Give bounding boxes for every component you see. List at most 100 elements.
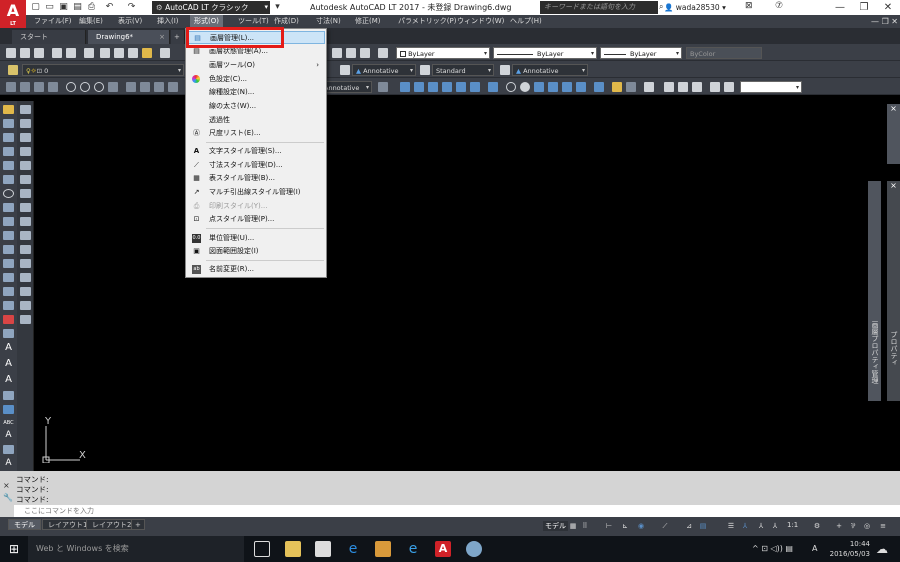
construction-line-icon[interactable] [48, 82, 58, 92]
table-tool-icon[interactable] [3, 329, 14, 338]
view-icon[interactable] [644, 82, 654, 92]
line-tool-icon[interactable] [3, 105, 14, 114]
menu-item-scale-list[interactable]: Ⓐ 尺度リスト(E)... [187, 127, 325, 140]
polygon-icon[interactable] [108, 82, 118, 92]
save-icon[interactable]: ▣ [58, 2, 69, 13]
rotate-tool-icon[interactable] [20, 189, 31, 198]
workspace-select[interactable]: ⚙ AutoCAD LT クラシック ▾ [152, 1, 270, 14]
paint-icon[interactable] [466, 541, 482, 557]
trim-tool-icon[interactable] [20, 231, 31, 240]
arc-icon[interactable] [34, 82, 44, 92]
user-signin[interactable]: 👤 wada28530 ▾ [664, 0, 726, 15]
inquiry-tool-icon[interactable] [3, 391, 14, 400]
add-layout-button[interactable]: + [131, 519, 145, 530]
text-tool-icon[interactable]: A [3, 359, 14, 369]
endpoint-icon[interactable] [414, 82, 424, 92]
scale-tool-icon[interactable] [20, 203, 31, 212]
chamfer-tool-icon[interactable] [20, 287, 31, 296]
erase-tool-icon[interactable] [20, 105, 31, 114]
properties-panel-strip[interactable]: × プロパティ [887, 181, 900, 401]
lisp-icon[interactable] [626, 82, 636, 92]
wrench-icon[interactable]: 🔧 [3, 493, 13, 502]
dim-aligned-icon[interactable] [140, 82, 150, 92]
spline-tool-icon[interactable] [3, 217, 14, 226]
menu-item-dim-style[interactable]: ⟋ 寸法スタイル管理(D)... [187, 159, 325, 172]
dyn-input-icon[interactable]: ⊿ [684, 521, 694, 531]
menu-item-limits[interactable]: ▣ 図面範囲設定(I) [187, 245, 325, 258]
ellipse-tool-icon[interactable] [3, 231, 14, 240]
rectangle-tool-icon[interactable] [3, 161, 14, 170]
attribute-tool-icon[interactable]: A [3, 459, 14, 468]
save-icon[interactable] [34, 48, 44, 58]
units-icon[interactable]: ⅌ [848, 521, 858, 531]
command-input[interactable]: ここにコマンドを入力 [14, 505, 900, 517]
revcloud-tool-icon[interactable] [3, 203, 14, 212]
open-icon[interactable]: ▭ [44, 2, 55, 13]
ime-indicator[interactable]: A [812, 544, 817, 553]
extend-tool-icon[interactable] [20, 245, 31, 254]
new-icon[interactable] [6, 48, 16, 58]
textstyle-combo[interactable]: Annotative ▾ [320, 81, 372, 93]
app-menu-button[interactable]: A LT [0, 0, 26, 28]
store-icon[interactable] [315, 541, 331, 557]
menu-item-transparency[interactable]: 透過性 [187, 114, 325, 127]
layer-combo[interactable]: ♀☼⊡ 0 ▾ [22, 64, 184, 76]
close-icon[interactable]: × [887, 181, 900, 190]
center-icon[interactable] [488, 82, 498, 92]
save-as-icon[interactable]: ▤ [72, 2, 83, 13]
menu-item-layer-tools[interactable]: 画層ツール(O) › [187, 59, 325, 72]
help-icon[interactable]: ⑦ [775, 1, 783, 11]
media-player-icon[interactable] [375, 541, 391, 557]
gradient-tool-icon[interactable] [3, 301, 14, 310]
match-properties-icon[interactable] [142, 48, 152, 58]
edge-icon[interactable]: e [345, 541, 361, 557]
mleaderstyle-icon[interactable] [500, 65, 510, 75]
zoom-realtime-icon[interactable] [664, 82, 674, 92]
tablestyle-icon[interactable] [420, 65, 430, 75]
break-tool-icon[interactable] [20, 259, 31, 268]
customize-icon[interactable]: ≡ [878, 521, 888, 531]
qat-customize-icon[interactable]: ▾ [272, 2, 283, 13]
layer-panel-strip[interactable]: 画層プロパティ管理 [868, 181, 881, 401]
mleaderstyle-combo[interactable]: ▲ Annotative ▾ [512, 64, 588, 76]
menu-item-point-style[interactable]: ⊡ 点スタイル管理(P)... [187, 213, 325, 226]
model-space-button[interactable]: モデル [543, 521, 568, 531]
zoom-window-icon[interactable] [678, 82, 688, 92]
search-input[interactable]: キーワードまたは語句を入力 [540, 1, 658, 14]
color-combo[interactable]: ByLayer ▾ [396, 47, 490, 59]
tool-palette-strip[interactable]: × [887, 104, 900, 164]
array-tool-icon[interactable] [20, 161, 31, 170]
copy-tool-icon[interactable] [20, 119, 31, 128]
fillet-tool-icon[interactable] [20, 301, 31, 310]
point-tool-icon[interactable] [3, 273, 14, 282]
menu-file[interactable]: ファイル(F) [34, 15, 72, 28]
polar-icon[interactable]: ⊾ [620, 521, 630, 531]
cut-icon[interactable] [100, 48, 110, 58]
perpendicular-icon[interactable] [534, 82, 544, 92]
menu-edit[interactable]: 編集(E) [79, 15, 103, 28]
menu-item-units[interactable]: 0.0 単位管理(U)... [187, 232, 325, 245]
task-view-icon[interactable] [254, 541, 270, 557]
layer-properties-icon[interactable] [8, 65, 18, 75]
snap-icon[interactable] [400, 82, 410, 92]
stretch-tool-icon[interactable] [20, 217, 31, 226]
print-icon[interactable] [52, 48, 62, 58]
textedit-tool-icon[interactable]: A [3, 431, 14, 440]
abc-tool-icon[interactable]: ABC [3, 419, 14, 428]
new-tab-button[interactable]: + [171, 30, 185, 44]
polyline-tool-icon[interactable] [3, 133, 14, 142]
isodraft-icon[interactable]: ⟋ [660, 521, 670, 531]
autocad-taskbar-icon[interactable]: A [435, 541, 451, 557]
circle-tool-icon[interactable] [3, 189, 14, 198]
undo-icon[interactable]: ↶ [104, 2, 115, 13]
apparent-intersection-icon[interactable] [456, 82, 466, 92]
annotation-visibility-icon[interactable]: ⅄ [740, 521, 750, 531]
mirror-tool-icon[interactable] [20, 133, 31, 142]
dim-linear-icon[interactable] [126, 82, 136, 92]
zoom-extents-icon[interactable] [710, 82, 720, 92]
tab-drawing6[interactable]: Drawing6* × [88, 30, 170, 44]
publish-icon[interactable] [84, 48, 94, 58]
node-icon[interactable] [576, 82, 586, 92]
hatch-tool-icon[interactable] [3, 287, 14, 296]
clock[interactable]: 10:44 2016/05/03 [830, 539, 870, 559]
